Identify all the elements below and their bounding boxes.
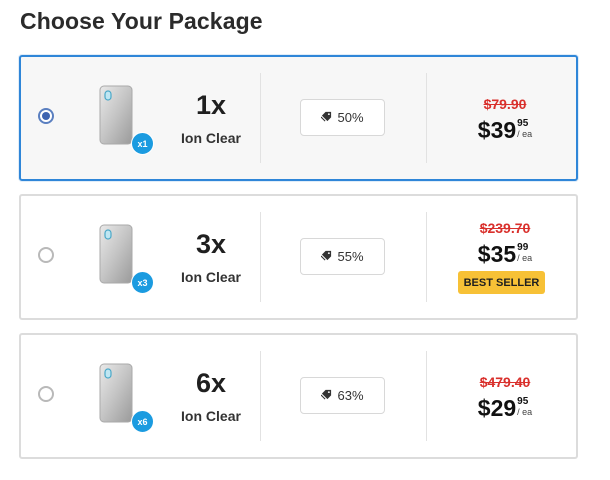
divider: [426, 212, 427, 302]
quantity-badge: x3: [131, 271, 154, 294]
discount-badge: 55%: [300, 238, 385, 275]
discount-value: 50%: [337, 110, 364, 125]
product-name: Ion Clear: [181, 269, 241, 285]
divider: [426, 73, 427, 163]
quantity-badge: x1: [131, 132, 154, 155]
tag-icon: [321, 249, 332, 264]
sale-price: $35 99 / ea: [431, 241, 579, 267]
package-1-radio[interactable]: [38, 108, 54, 124]
package-option-1[interactable]: x1 1x Ion Clear 50% $79.90 $39 95 / ea: [19, 55, 578, 181]
discount-value: 55%: [337, 249, 364, 264]
price-whole: $29: [477, 395, 517, 421]
divider: [260, 212, 261, 302]
discount-badge: 50%: [300, 99, 385, 136]
sale-price: $29 95 / ea: [431, 395, 579, 421]
best-seller-badge: BEST SELLER: [458, 271, 545, 294]
price-cents: 99: [517, 242, 529, 253]
original-price: $79.90: [483, 96, 527, 112]
price-unit: / ea: [517, 407, 533, 417]
package-option-3[interactable]: x3 3x Ion Clear 55% $239.70 $35 99 / ea …: [19, 194, 578, 320]
product-name: Ion Clear: [181, 130, 241, 146]
original-price: $479.40: [479, 374, 531, 390]
package-6-radio[interactable]: [38, 386, 54, 402]
price-cents: 95: [517, 396, 529, 407]
original-price: $239.70: [479, 220, 531, 236]
package-quantity: 1x: [195, 90, 227, 120]
air-purifier-icon: [99, 363, 133, 423]
divider: [260, 73, 261, 163]
page-title: Choose Your Package: [20, 8, 263, 34]
package-3-radio[interactable]: [38, 247, 54, 263]
price-unit: / ea: [517, 129, 533, 139]
quantity-badge: x6: [131, 410, 154, 433]
product-name: Ion Clear: [181, 408, 241, 424]
divider: [260, 351, 261, 441]
air-purifier-icon: [99, 85, 133, 145]
sale-price: $39 95 / ea: [431, 117, 579, 143]
price-whole: $35: [477, 241, 517, 267]
price-cents: 95: [517, 118, 529, 129]
package-quantity: 3x: [195, 229, 227, 259]
tag-icon: [321, 110, 332, 125]
air-purifier-icon: [99, 224, 133, 284]
price-unit: / ea: [517, 253, 533, 263]
package-quantity: 6x: [195, 368, 227, 398]
price-whole: $39: [477, 117, 517, 143]
discount-value: 63%: [337, 388, 364, 403]
divider: [426, 351, 427, 441]
discount-badge: 63%: [300, 377, 385, 414]
tag-icon: [321, 388, 332, 403]
package-option-6[interactable]: x6 6x Ion Clear 63% $479.40 $29 95 / ea: [19, 333, 578, 459]
